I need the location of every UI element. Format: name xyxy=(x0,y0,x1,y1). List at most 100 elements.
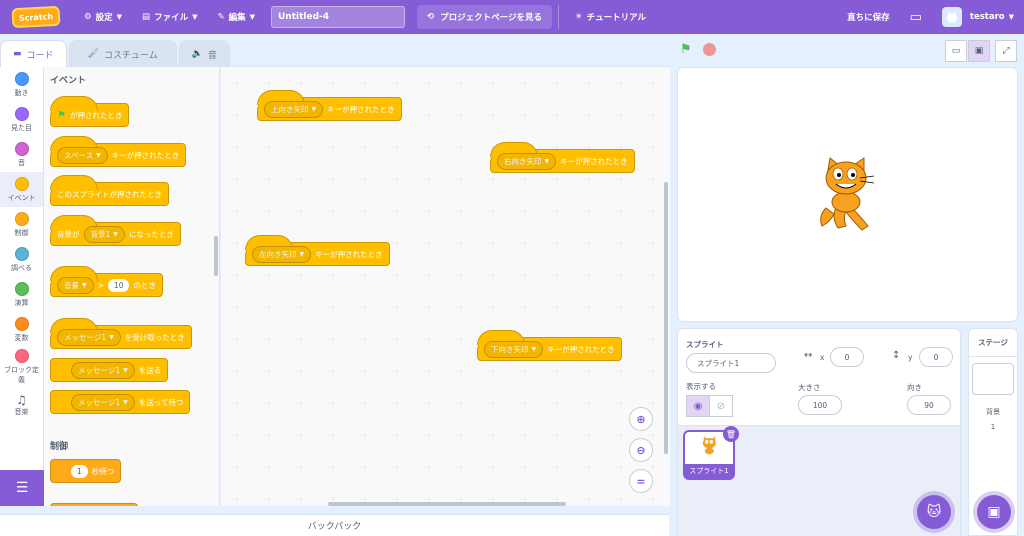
script-up-arrow[interactable]: 上向き矢印 ▼ キーが押されたとき xyxy=(257,90,402,121)
dropdown-value: 左向き矢印 xyxy=(259,249,297,259)
category-sensing[interactable]: 調べる xyxy=(0,242,43,277)
large-stage-button[interactable]: ▣ xyxy=(968,40,990,62)
zoom-in-icon: ⊕ xyxy=(636,412,646,426)
block-text: を送って待つ xyxy=(138,397,184,407)
tab-code[interactable]: ▬ コード xyxy=(0,40,67,67)
block-when-key-pressed[interactable]: スペース ▼ キーが押されたとき xyxy=(50,136,187,167)
category-my-blocks[interactable]: ブロック定義 xyxy=(0,347,43,387)
category-label: 調べる xyxy=(11,263,32,272)
key-dropdown[interactable]: 左向き矢印 ▼ xyxy=(252,245,312,263)
size-input[interactable]: 100 xyxy=(798,395,842,415)
my-stuff-button[interactable]: ▭ xyxy=(900,0,932,34)
key-dropdown[interactable]: 右向き矢印 ▼ xyxy=(497,152,557,170)
script-right-arrow[interactable]: 右向き矢印 ▼ キーが押されたとき xyxy=(490,142,635,173)
hide-toggle[interactable]: ⊘ xyxy=(709,395,733,417)
message-dropdown[interactable]: メッセージ1 ▼ xyxy=(71,361,135,379)
scratch-cat-sprite[interactable] xyxy=(808,156,888,236)
block-when-flag-clicked[interactable]: ⚑ が押されたとき xyxy=(50,96,130,127)
delete-sprite-button[interactable]: 🗑 xyxy=(723,426,739,442)
stage-canvas[interactable] xyxy=(677,67,1018,322)
tutorials-button[interactable]: ☀ チュートリアル xyxy=(565,0,656,34)
x-position-input[interactable]: 0 xyxy=(830,347,864,367)
save-now-button[interactable]: 直ちに保存 xyxy=(837,0,900,34)
category-label: ブロック定義 xyxy=(4,366,39,384)
block-when-loudness[interactable]: 音量 ▼ > 10 のとき xyxy=(50,266,163,297)
backdrops-count: 1 xyxy=(990,423,996,431)
backdrops-label: 背景 xyxy=(986,408,1000,416)
backpack-bar[interactable]: バックパック xyxy=(0,514,669,536)
key-dropdown[interactable]: 上向き矢印 ▼ xyxy=(264,100,324,118)
category-label: 演算 xyxy=(14,298,29,307)
settings-menu[interactable]: ⚙ 設定 ▼ xyxy=(74,0,132,34)
show-visible-toggle[interactable]: ◉ xyxy=(686,395,710,417)
add-sprite-button[interactable]: 🐱 xyxy=(917,495,951,529)
add-extension-button[interactable]: ☰ xyxy=(0,470,44,506)
key-dropdown[interactable]: スペース ▼ xyxy=(57,146,108,164)
block-text: キーが押されたとき xyxy=(560,156,628,166)
stop-button[interactable] xyxy=(703,43,716,56)
menu-bar: Scratch ⚙ 設定 ▼ ▤ ファイル ▼ ✎ 編集 ▼ ⟲ プロジェクトペ… xyxy=(0,0,1024,34)
lightbulb-icon: ☀ xyxy=(574,12,583,22)
account-menu[interactable]: testaro ▼ xyxy=(932,0,1024,34)
workspace-horizontal-scrollbar[interactable] xyxy=(328,502,566,506)
script-area[interactable]: 上向き矢印 ▼ キーが押されたとき 右向き矢印 ▼ キーが押されたとき 左向き矢印 ▼… xyxy=(221,66,670,506)
small-stage-button[interactable]: ▭ xyxy=(945,40,967,62)
show-label: 表示する xyxy=(686,382,716,391)
block-broadcast[interactable]: メッセージ1 ▼ を送る xyxy=(50,358,169,382)
category-control[interactable]: 制御 xyxy=(0,207,43,242)
block-wait[interactable]: 1 秒待つ xyxy=(50,459,122,483)
block-when-sprite-clicked[interactable]: このスプライトが押されたとき xyxy=(50,175,169,206)
size-label: 大きさ xyxy=(798,383,821,392)
category-looks[interactable]: 見た目 xyxy=(0,102,43,137)
y-position-input[interactable]: 0 xyxy=(919,347,953,367)
zoom-in-button[interactable]: ⊕ xyxy=(629,407,653,431)
sprite-name-input[interactable]: スプライト1 xyxy=(686,353,776,373)
key-dropdown[interactable]: 下向き矢印 ▼ xyxy=(484,340,544,358)
category-operators[interactable]: 演算 xyxy=(0,277,43,312)
fullscreen-button[interactable]: ⤢ xyxy=(995,40,1017,62)
direction-input[interactable]: 90 xyxy=(907,395,951,415)
block-repeat[interactable] xyxy=(50,503,138,506)
scratch-logo[interactable]: Scratch xyxy=(11,5,61,29)
script-left-arrow[interactable]: 左向き矢印 ▼ キーが押されたとき xyxy=(245,235,390,266)
zoom-out-button[interactable]: ⊖ xyxy=(629,438,653,462)
edit-menu[interactable]: ✎ 編集 ▼ xyxy=(207,0,265,34)
dropdown-value: 右向き矢印 xyxy=(504,156,542,166)
backdrop-thumbnail[interactable] xyxy=(972,363,1014,395)
block-broadcast-and-wait[interactable]: メッセージ1 ▼ を送って待つ xyxy=(50,390,191,414)
palette-scrollbar[interactable] xyxy=(214,236,218,276)
message-dropdown[interactable]: メッセージ1 ▼ xyxy=(71,393,135,411)
chevron-down-icon: ▼ xyxy=(123,366,128,374)
direction-label: 向き xyxy=(907,383,922,392)
category-events[interactable]: イベント xyxy=(0,172,43,207)
block-text: キーが押されたとき xyxy=(111,150,180,160)
zoom-reset-button[interactable]: = xyxy=(629,469,653,493)
category-variables[interactable]: 変数 xyxy=(0,312,43,347)
block-when-receive[interactable]: メッセージ1 ▼ を受け取ったとき xyxy=(50,318,192,349)
block-text: 秒待つ xyxy=(91,466,115,476)
category-motion[interactable]: 動き xyxy=(0,67,43,102)
file-menu[interactable]: ▤ ファイル ▼ xyxy=(132,0,207,34)
project-page-button[interactable]: ⟲ プロジェクトページを見る xyxy=(417,5,552,29)
category-sound[interactable]: 音 xyxy=(0,137,43,172)
workspace-vertical-scrollbar[interactable] xyxy=(664,182,668,454)
tab-costumes[interactable]: 🖌 コスチューム xyxy=(68,40,177,67)
loudness-input[interactable]: 10 xyxy=(107,278,130,292)
script-down-arrow[interactable]: 下向き矢印 ▼ キーが押されたとき xyxy=(477,330,622,361)
message-dropdown[interactable]: メッセージ1 ▼ xyxy=(57,328,121,346)
block-when-backdrop-switches[interactable]: 背景が 背景1 ▼ になったとき xyxy=(50,215,181,246)
green-flag-button[interactable]: ⚑ xyxy=(680,42,692,57)
backdrop-dropdown[interactable]: 背景1 ▼ xyxy=(83,225,125,243)
category-music[interactable]: ♫ 音楽 xyxy=(0,387,43,422)
stage-title: ステージ xyxy=(969,329,1017,357)
x-label: x xyxy=(820,353,825,362)
sprite-thumbnail[interactable]: 🗑 スプライト1 xyxy=(683,426,739,480)
sprite-thumbnail-name: スプライト1 xyxy=(685,464,733,478)
tab-sounds[interactable]: 🔈 音 xyxy=(178,40,230,67)
category-label: 動き xyxy=(14,88,29,97)
loudness-dropdown[interactable]: 音量 ▼ xyxy=(57,276,94,294)
category-dot xyxy=(14,211,29,226)
wait-input[interactable]: 1 xyxy=(71,464,88,478)
add-backdrop-button[interactable]: ▣ xyxy=(977,495,1011,529)
project-title-input[interactable] xyxy=(271,6,405,28)
